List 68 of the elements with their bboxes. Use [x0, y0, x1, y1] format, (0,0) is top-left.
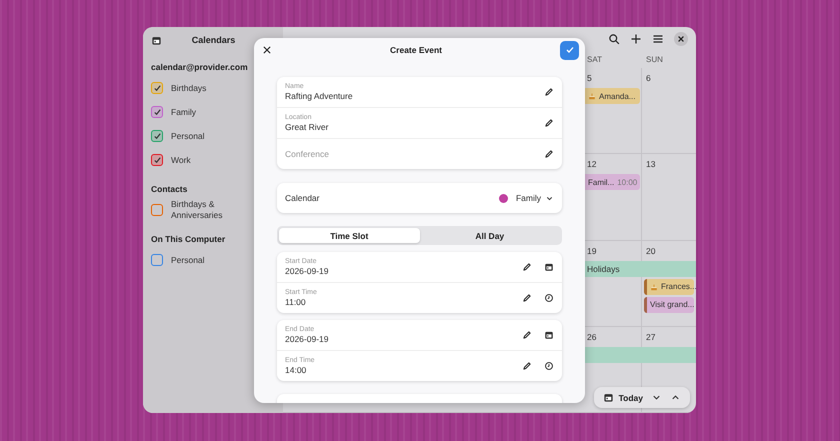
- calendar-name: Family: [171, 106, 196, 118]
- calendar-checkbox[interactable]: [151, 254, 163, 266]
- calendar-checkbox[interactable]: [151, 154, 163, 166]
- day-number: 19: [586, 244, 598, 258]
- pencil-icon[interactable]: [522, 262, 532, 272]
- group-title: Contacts: [151, 184, 188, 194]
- pencil-icon[interactable]: [522, 330, 532, 340]
- mode-tab[interactable]: Time Slot: [279, 228, 420, 243]
- menu-icon[interactable]: [652, 32, 664, 45]
- day-number: 26: [586, 330, 598, 344]
- clock-icon[interactable]: [544, 361, 554, 371]
- cake-icon: [588, 92, 596, 100]
- calendar-icon[interactable]: [602, 392, 614, 403]
- field-value[interactable]: 2026-09-19: [285, 266, 510, 276]
- event-title: Famil...: [588, 178, 614, 187]
- calendar-checkbox[interactable]: [151, 130, 163, 142]
- pencil-icon[interactable]: [522, 293, 532, 303]
- day-number: 12: [586, 158, 598, 172]
- cake-icon: [650, 282, 658, 291]
- search-icon[interactable]: [608, 32, 620, 45]
- close-icon[interactable]: [262, 45, 272, 55]
- calendar-icon[interactable]: [544, 330, 554, 340]
- group-title: On This Computer: [151, 234, 226, 244]
- day-number: 20: [645, 244, 656, 258]
- close-button[interactable]: [674, 32, 688, 46]
- calendar-checkbox[interactable]: [151, 106, 163, 118]
- calendar-name: Birthdays: [171, 82, 206, 94]
- field-value[interactable]: Great River: [285, 122, 532, 132]
- pencil-icon[interactable]: [522, 361, 532, 371]
- check-icon: [564, 45, 574, 55]
- calendar-event[interactable]: Visit grand...: [644, 296, 694, 313]
- mode-tab[interactable]: All Day: [420, 228, 560, 243]
- weekday-header: SAT: [586, 55, 603, 64]
- field-value[interactable]: 2026-09-19: [285, 334, 510, 344]
- dialog-title: Create Event: [389, 45, 443, 55]
- day-number: 27: [645, 330, 656, 344]
- day-number: 13: [645, 158, 656, 172]
- event-title: Visit grand...: [650, 300, 694, 310]
- sidebar-title: Calendars: [190, 35, 236, 45]
- calendar-name: Personal: [171, 130, 205, 142]
- calendar-checkbox[interactable]: [151, 204, 163, 216]
- pencil-icon[interactable]: [544, 149, 554, 159]
- event-time: 10:00: [617, 178, 638, 187]
- add-icon[interactable]: [630, 32, 642, 45]
- field-value[interactable]: Rafting Adventure: [285, 91, 532, 101]
- calendar-name: Birthdays & Anniversaries: [171, 199, 224, 221]
- calendar-name: Work: [171, 154, 191, 166]
- field-value[interactable]: 14:00: [285, 365, 510, 375]
- field-value[interactable]: 11:00: [285, 297, 510, 307]
- pencil-icon[interactable]: [544, 87, 554, 97]
- calendar-label: Calendar: [285, 193, 320, 203]
- event-title: Amanda...: [599, 92, 636, 101]
- clock-icon[interactable]: [544, 293, 554, 303]
- calendar-event[interactable]: Frances...: [644, 278, 694, 295]
- day-number: 5: [586, 72, 593, 86]
- calendar-dropdown[interactable]: Family: [498, 193, 554, 203]
- close-icon: [677, 34, 685, 43]
- confirm-button[interactable]: [560, 40, 579, 60]
- day-number: 6: [645, 72, 652, 86]
- group-title: calendar@provider.com: [151, 62, 249, 72]
- calendar-checkbox[interactable]: [151, 82, 163, 94]
- calendar-icon[interactable]: [544, 262, 554, 272]
- weekday-header: SUN: [645, 55, 664, 64]
- pencil-icon[interactable]: [544, 118, 554, 128]
- event-title: Frances...: [661, 282, 696, 292]
- calendar-name: Personal: [171, 254, 205, 266]
- calendar-icon[interactable]: [151, 34, 162, 46]
- today-button[interactable]: Today: [602, 392, 643, 403]
